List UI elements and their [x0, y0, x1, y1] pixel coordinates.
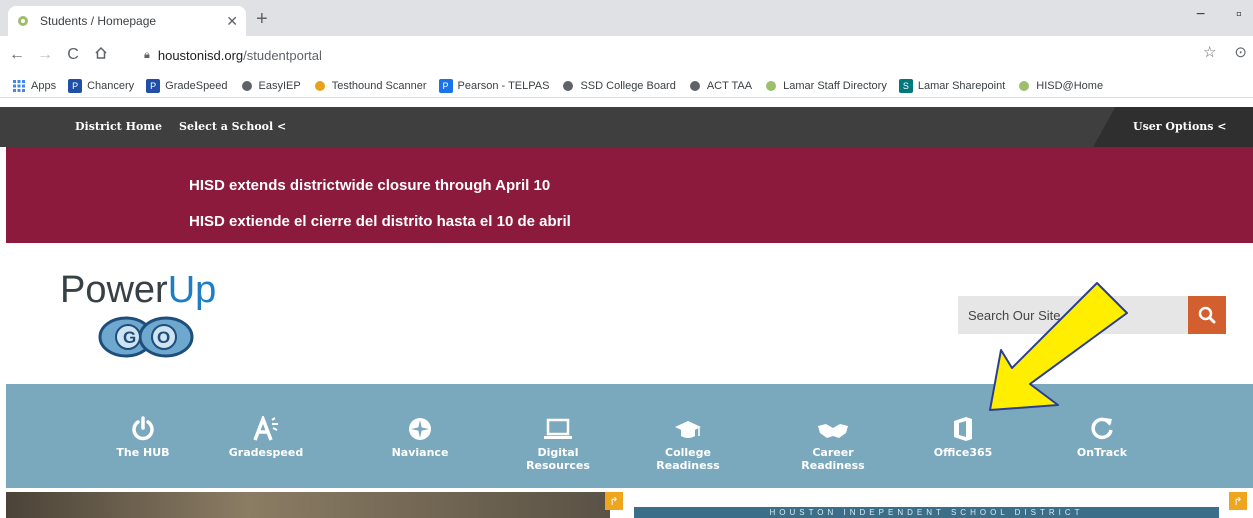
annotation-arrow-icon [989, 282, 1128, 411]
